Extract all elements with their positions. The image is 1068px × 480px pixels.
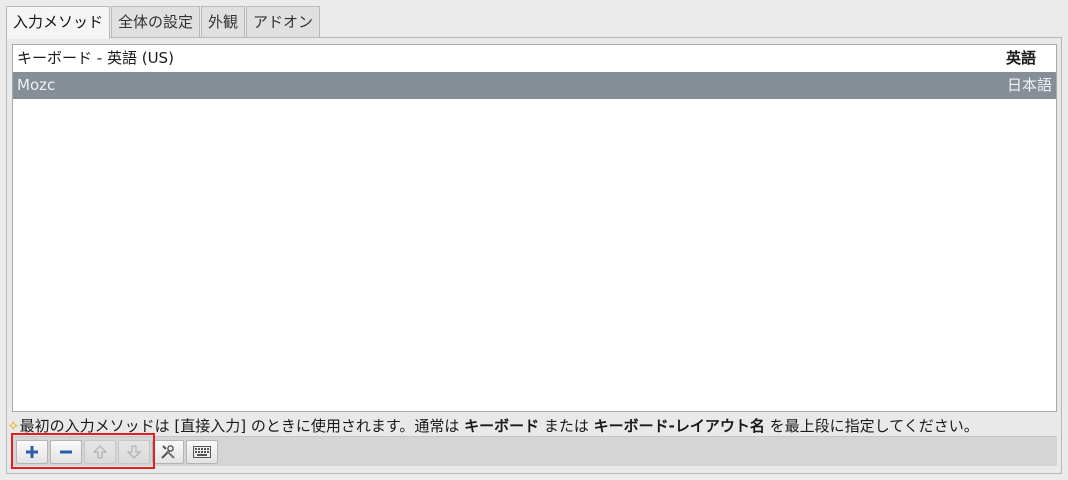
list-item-language: 日本語 (1006, 76, 1052, 94)
move-down-button[interactable] (118, 440, 150, 464)
list-item[interactable]: Mozc 日本語 (13, 72, 1056, 99)
list-item[interactable]: キーボード - 英語 (US) 英語 (13, 45, 1056, 72)
list-toolbar (12, 436, 1057, 466)
tab-global-config[interactable]: 全体の設定 (111, 6, 201, 38)
list-item-name: キーボード - 英語 (US) (17, 49, 174, 67)
arrow-up-icon (93, 445, 107, 459)
arrow-down-icon (127, 445, 141, 459)
input-method-panel: キーボード - 英語 (US) 英語 Mozc 日本語 ✧最初の入力メソッドは … (6, 37, 1062, 474)
tab-appearance[interactable]: 外観 (201, 6, 246, 38)
configure-icon (161, 445, 175, 459)
configure-button[interactable] (152, 440, 184, 464)
star-icon: ✧ (7, 417, 20, 435)
tab-input-method[interactable]: 入力メソッド (6, 6, 111, 39)
tab-addon[interactable]: アドオン (246, 6, 321, 38)
minus-icon (60, 450, 72, 454)
keyboard-icon (193, 446, 211, 458)
plus-icon (26, 446, 38, 458)
move-up-button[interactable] (84, 440, 116, 464)
hint-text: ✧最初の入力メソッドは [直接入力] のときに使用されます。通常は キーボード … (7, 417, 979, 435)
list-item-name: Mozc (17, 76, 56, 94)
list-item-language: 英語 (1005, 49, 1036, 67)
remove-button[interactable] (50, 440, 82, 464)
tab-bar: 入力メソッド 全体の設定 外観 アドオン (6, 6, 321, 39)
input-method-list[interactable]: キーボード - 英語 (US) 英語 Mozc 日本語 (12, 44, 1057, 412)
add-button[interactable] (16, 440, 48, 464)
keyboard-layout-button[interactable] (186, 440, 218, 464)
